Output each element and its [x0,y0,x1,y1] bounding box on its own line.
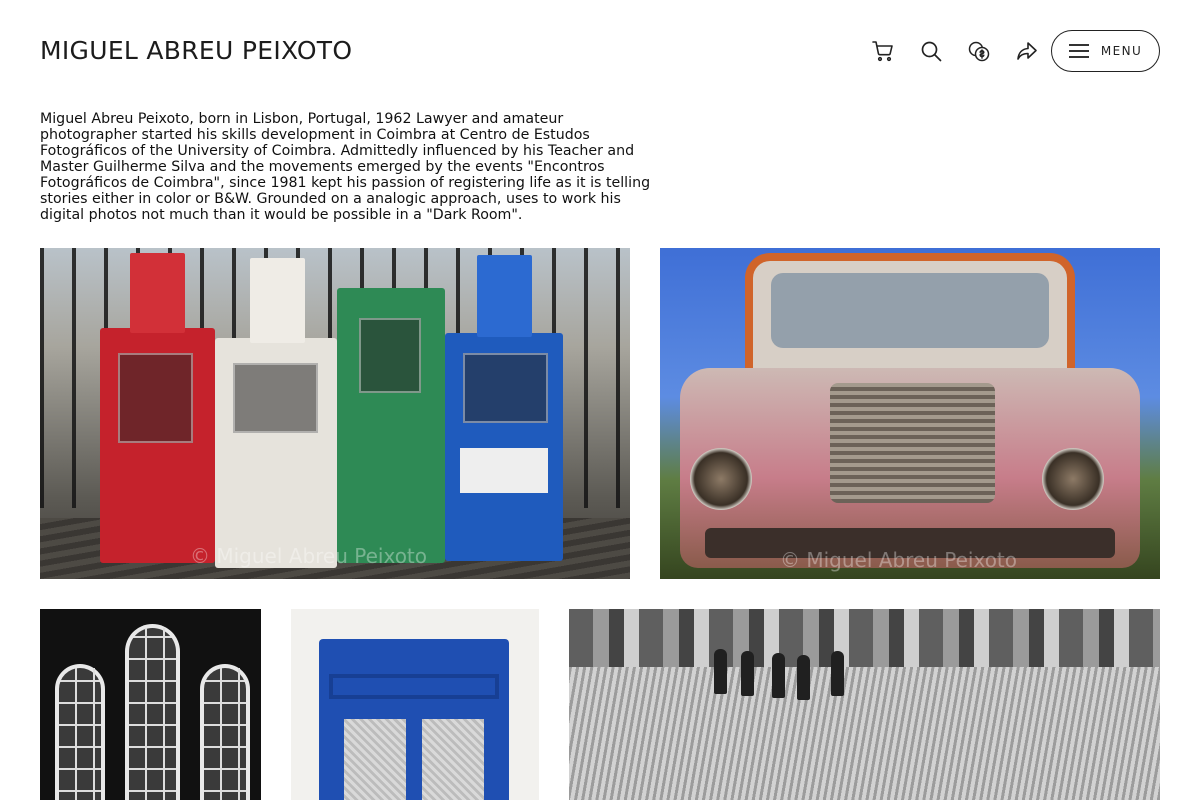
photo-boardwalk[interactable] [569,609,1160,800]
photo-watermark: © Miguel Abreu Peixoto [190,544,428,568]
site-header: MIGUEL ABREU PEIXOTO MENU [0,0,1200,100]
boardwalk [569,667,1160,800]
menu-label: MENU [1100,44,1143,58]
bio-text: Miguel Abreu Peixoto, born in Lisbon, Po… [40,111,651,223]
arch-window [125,624,180,800]
photo-arched-windows[interactable] [40,609,261,800]
site-title[interactable]: MIGUEL ABREU PEIXOTO [40,36,352,65]
person [714,649,727,694]
red-box [100,253,215,563]
photo-rusty-truck[interactable]: © Miguel Abreu Peixoto [660,248,1160,579]
cart-icon[interactable] [870,36,896,66]
person [797,655,810,700]
window-frame [319,639,509,800]
person [831,651,844,696]
green-box [337,288,445,563]
truck-body [680,368,1140,568]
photo-watermark: © Miguel Abreu Peixoto [780,548,1018,572]
header-icons [870,36,1040,66]
white-box [215,258,337,568]
skyline [569,609,1160,667]
person [772,653,785,698]
hamburger-icon [1068,44,1089,58]
person [741,651,754,696]
arch-window [55,664,105,800]
menu-button[interactable]: MENU [1051,30,1160,72]
arch-window [200,664,250,800]
search-icon[interactable] [918,36,944,66]
currency-icon[interactable] [966,36,992,66]
photo-newspaper-boxes[interactable]: © Miguel Abreu Peixoto [40,248,630,579]
share-icon[interactable] [1014,36,1040,66]
blue-box [445,255,563,561]
photo-blue-window[interactable] [291,609,539,800]
